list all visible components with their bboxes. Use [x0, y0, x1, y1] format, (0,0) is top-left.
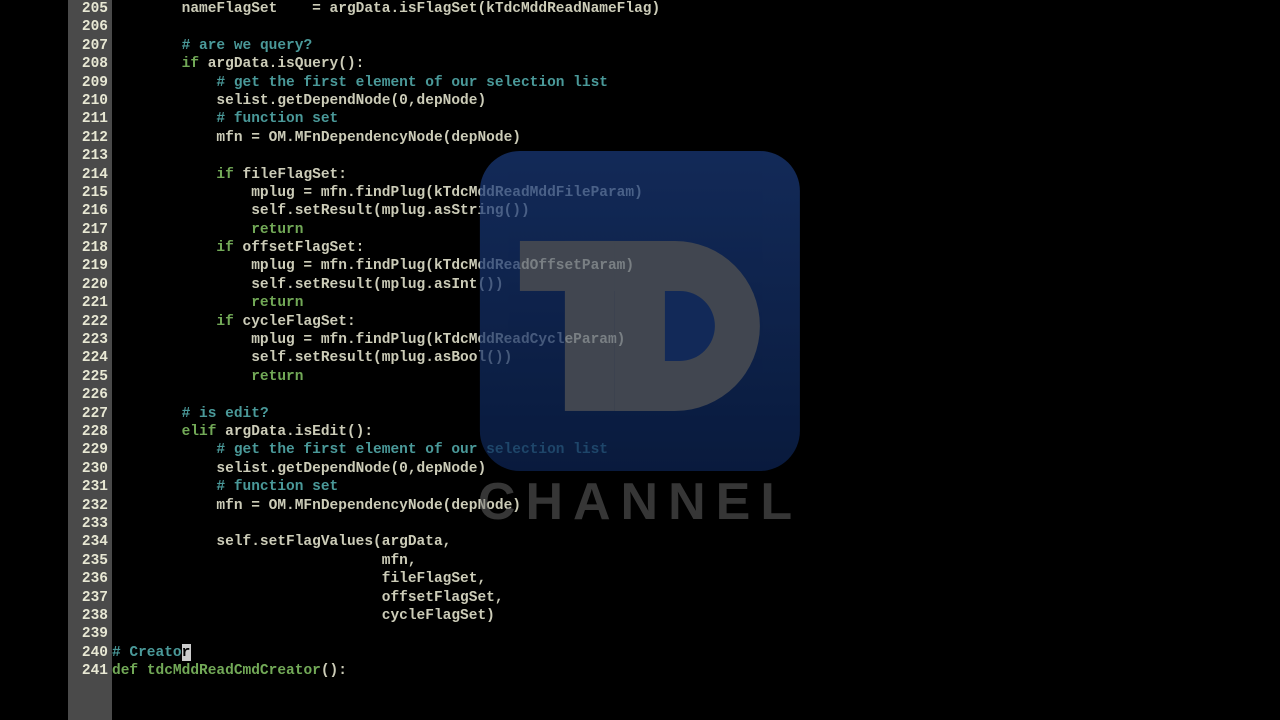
line-number: 207	[68, 37, 108, 55]
code-line[interactable]: return	[112, 294, 1212, 312]
code-line[interactable]: # Creator	[112, 644, 1212, 662]
code-line[interactable]	[112, 386, 1212, 404]
line-number: 237	[68, 589, 108, 607]
code-line[interactable]	[112, 625, 1212, 643]
line-number: 229	[68, 441, 108, 459]
line-number: 224	[68, 349, 108, 367]
code-editor[interactable]: 2052062072082092102112122132142152162172…	[68, 0, 1212, 720]
code-line[interactable]: elif argData.isEdit():	[112, 423, 1212, 441]
code-line[interactable]: mplug = mfn.findPlug(kTdcMddReadOffsetPa…	[112, 257, 1212, 275]
line-number: 238	[68, 607, 108, 625]
line-number: 217	[68, 221, 108, 239]
line-number: 232	[68, 497, 108, 515]
line-number: 223	[68, 331, 108, 349]
code-line[interactable]	[112, 18, 1212, 36]
code-line[interactable]: if cycleFlagSet:	[112, 313, 1212, 331]
line-number: 221	[68, 294, 108, 312]
line-number: 222	[68, 313, 108, 331]
code-line[interactable]: # function set	[112, 478, 1212, 496]
code-line[interactable]: # get the first element of our selection…	[112, 74, 1212, 92]
line-number: 233	[68, 515, 108, 533]
code-line[interactable]: mplug = mfn.findPlug(kTdcMddReadMddFileP…	[112, 184, 1212, 202]
line-number-gutter: 2052062072082092102112122132142152162172…	[68, 0, 112, 720]
code-line[interactable]: cycleFlagSet)	[112, 607, 1212, 625]
code-line[interactable]: fileFlagSet,	[112, 570, 1212, 588]
line-number: 219	[68, 257, 108, 275]
code-line[interactable]: self.setResult(mplug.asBool())	[112, 349, 1212, 367]
code-line[interactable]: if offsetFlagSet:	[112, 239, 1212, 257]
code-line[interactable]: # function set	[112, 110, 1212, 128]
line-number: 220	[68, 276, 108, 294]
line-number: 235	[68, 552, 108, 570]
code-line[interactable]: return	[112, 221, 1212, 239]
line-number: 211	[68, 110, 108, 128]
line-number: 213	[68, 147, 108, 165]
code-line[interactable]: if fileFlagSet:	[112, 166, 1212, 184]
code-line[interactable]: self.setFlagValues(argData,	[112, 533, 1212, 551]
line-number: 226	[68, 386, 108, 404]
line-number: 231	[68, 478, 108, 496]
code-line[interactable]: mfn,	[112, 552, 1212, 570]
code-line[interactable]: offsetFlagSet,	[112, 589, 1212, 607]
line-number: 206	[68, 18, 108, 36]
code-line[interactable]: if argData.isQuery():	[112, 55, 1212, 73]
line-number: 210	[68, 92, 108, 110]
line-number: 227	[68, 405, 108, 423]
line-number: 208	[68, 55, 108, 73]
code-line[interactable]: mfn = OM.MFnDependencyNode(depNode)	[112, 129, 1212, 147]
code-line[interactable]: # are we query?	[112, 37, 1212, 55]
code-line[interactable]: # is edit?	[112, 405, 1212, 423]
line-number: 212	[68, 129, 108, 147]
code-line[interactable]: self.setResult(mplug.asString())	[112, 202, 1212, 220]
line-number: 236	[68, 570, 108, 588]
code-line[interactable]: mfn = OM.MFnDependencyNode(depNode)	[112, 497, 1212, 515]
line-number: 230	[68, 460, 108, 478]
code-line[interactable]: def tdcMddReadCmdCreator():	[112, 662, 1212, 680]
code-content[interactable]: nameFlagSet = argData.isFlagSet(kTdcMddR…	[112, 0, 1212, 720]
line-number: 240	[68, 644, 108, 662]
line-number: 209	[68, 74, 108, 92]
code-line[interactable]: mplug = mfn.findPlug(kTdcMddReadCyclePar…	[112, 331, 1212, 349]
line-number: 218	[68, 239, 108, 257]
code-line[interactable]	[112, 515, 1212, 533]
line-number: 215	[68, 184, 108, 202]
code-line[interactable]: selist.getDependNode(0,depNode)	[112, 92, 1212, 110]
line-number: 214	[68, 166, 108, 184]
code-line[interactable]: nameFlagSet = argData.isFlagSet(kTdcMddR…	[112, 0, 1212, 18]
line-number: 234	[68, 533, 108, 551]
line-number: 241	[68, 662, 108, 680]
line-number: 205	[68, 0, 108, 18]
code-line[interactable]: return	[112, 368, 1212, 386]
line-number: 228	[68, 423, 108, 441]
code-line[interactable]: # get the first element of our selection…	[112, 441, 1212, 459]
line-number: 239	[68, 625, 108, 643]
code-line[interactable]	[112, 147, 1212, 165]
code-line[interactable]: self.setResult(mplug.asInt())	[112, 276, 1212, 294]
line-number: 216	[68, 202, 108, 220]
line-number: 225	[68, 368, 108, 386]
code-line[interactable]: selist.getDependNode(0,depNode)	[112, 460, 1212, 478]
